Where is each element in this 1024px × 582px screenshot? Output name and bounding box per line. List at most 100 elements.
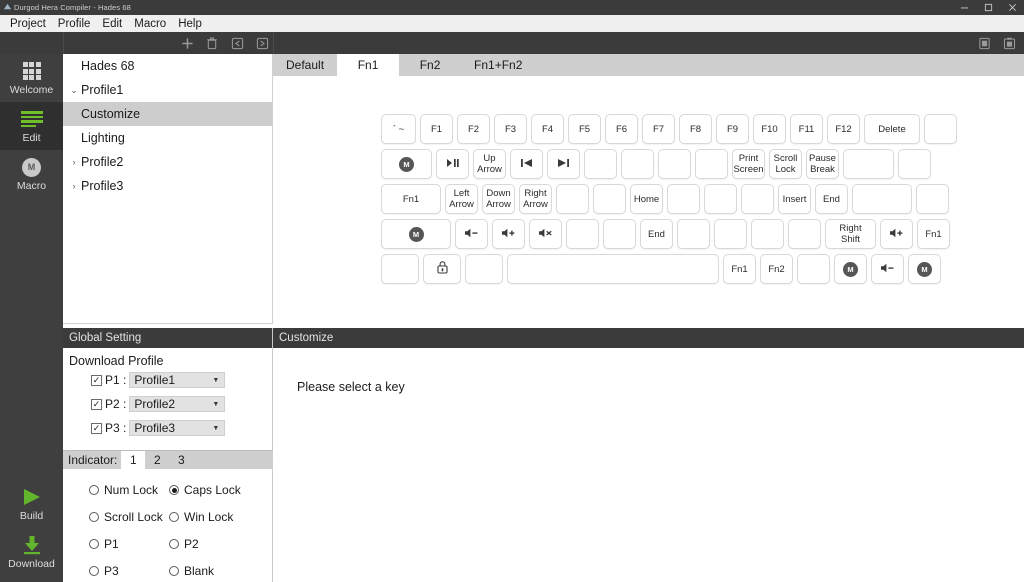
key-blank[interactable] bbox=[843, 149, 894, 179]
key-down-arrow[interactable]: Down Arrow bbox=[482, 184, 515, 214]
menu-help[interactable]: Help bbox=[172, 17, 208, 31]
download-button[interactable]: Download bbox=[0, 528, 63, 576]
indicator-option-blank[interactable]: Blank bbox=[169, 564, 249, 578]
indicator-option-p1[interactable]: P1 bbox=[89, 537, 169, 551]
indicator-option-caps-lock[interactable]: Caps Lock bbox=[169, 483, 249, 497]
indicator-option-win-lock[interactable]: Win Lock bbox=[169, 510, 249, 524]
key-delete[interactable]: Delete bbox=[864, 114, 920, 144]
key-up-arrow[interactable]: Up Arrow bbox=[473, 149, 506, 179]
key-blank[interactable] bbox=[741, 184, 774, 214]
key-play-pause[interactable] bbox=[436, 149, 469, 179]
p2-checkbox[interactable]: ✓ bbox=[91, 398, 102, 410]
tree-item-profile3[interactable]: › Profile3 bbox=[63, 174, 272, 198]
key-blank[interactable] bbox=[667, 184, 700, 214]
sidebar-item-welcome[interactable]: Welcome bbox=[0, 54, 63, 102]
minimize-icon[interactable] bbox=[952, 0, 976, 15]
radio-button[interactable] bbox=[169, 485, 179, 495]
key-f11[interactable]: F11 bbox=[790, 114, 823, 144]
p1-profile-select[interactable]: Profile1 ▼ bbox=[129, 372, 226, 388]
key-right-arrow[interactable]: Right Arrow bbox=[519, 184, 552, 214]
indicator-option-scroll-lock[interactable]: Scroll Lock bbox=[89, 510, 169, 524]
key-f4[interactable]: F4 bbox=[531, 114, 564, 144]
key-volume-down[interactable] bbox=[871, 254, 904, 284]
key-blank[interactable] bbox=[797, 254, 830, 284]
indicator-option-p3[interactable]: P3 bbox=[89, 564, 169, 578]
export-icon[interactable] bbox=[255, 36, 269, 50]
key-f5[interactable]: F5 bbox=[568, 114, 601, 144]
menu-profile[interactable]: Profile bbox=[52, 17, 97, 31]
radio-button[interactable] bbox=[169, 566, 179, 576]
p3-checkbox[interactable]: ✓ bbox=[91, 422, 102, 434]
key-blank[interactable] bbox=[751, 219, 784, 249]
sidebar-item-macro[interactable]: M Macro bbox=[0, 150, 63, 198]
key-end[interactable]: End bbox=[815, 184, 848, 214]
radio-button[interactable] bbox=[89, 566, 99, 576]
maximize-icon[interactable] bbox=[976, 0, 1000, 15]
add-icon[interactable] bbox=[180, 36, 194, 50]
key-f12[interactable]: F12 bbox=[827, 114, 860, 144]
key-macro-m[interactable]: M bbox=[908, 254, 941, 284]
chevron-right-icon[interactable]: › bbox=[67, 157, 81, 167]
paste-icon[interactable] bbox=[1002, 36, 1016, 50]
key-[interactable]: ` ~ bbox=[381, 114, 416, 144]
key-f9[interactable]: F9 bbox=[716, 114, 749, 144]
p2-profile-select[interactable]: Profile2 ▼ bbox=[129, 396, 226, 412]
key-blank[interactable] bbox=[507, 254, 719, 284]
key-f7[interactable]: F7 bbox=[642, 114, 675, 144]
tab-fn1[interactable]: Fn1 bbox=[337, 54, 400, 76]
chevron-right-icon[interactable]: › bbox=[67, 181, 81, 191]
delete-icon[interactable] bbox=[205, 36, 219, 50]
key-blank[interactable] bbox=[566, 219, 599, 249]
key-blank[interactable] bbox=[924, 114, 957, 144]
sidebar-item-edit[interactable]: Edit bbox=[0, 102, 63, 150]
key-fn2[interactable]: Fn2 bbox=[760, 254, 793, 284]
key-macro-m[interactable]: M bbox=[834, 254, 867, 284]
indicator-tab-3[interactable]: 3 bbox=[169, 451, 193, 469]
key-volume-up[interactable] bbox=[492, 219, 525, 249]
radio-button[interactable] bbox=[169, 539, 179, 549]
key-macro-m[interactable]: M bbox=[381, 149, 432, 179]
tab-default[interactable]: Default bbox=[273, 54, 338, 76]
key-blank[interactable] bbox=[621, 149, 654, 179]
close-icon[interactable] bbox=[1000, 0, 1024, 15]
key-blank[interactable] bbox=[852, 184, 912, 214]
radio-button[interactable] bbox=[169, 512, 179, 522]
key-right-shift[interactable]: Right Shift bbox=[825, 219, 876, 249]
key-fn1[interactable]: Fn1 bbox=[917, 219, 950, 249]
tree-item-profile2[interactable]: › Profile2 bbox=[63, 150, 272, 174]
key-blank[interactable] bbox=[704, 184, 737, 214]
key-blank[interactable] bbox=[593, 184, 626, 214]
tree-item-lighting[interactable]: Lighting bbox=[63, 126, 272, 150]
tab-fn2[interactable]: Fn2 bbox=[399, 54, 462, 76]
key-volume-down[interactable] bbox=[455, 219, 488, 249]
menu-project[interactable]: Project bbox=[4, 17, 52, 31]
key-blank[interactable] bbox=[695, 149, 728, 179]
key-blank[interactable] bbox=[603, 219, 636, 249]
key-blank[interactable] bbox=[381, 254, 419, 284]
key-print-screen[interactable]: Print Screen bbox=[732, 149, 765, 179]
key-blank[interactable] bbox=[898, 149, 931, 179]
indicator-tab-1[interactable]: 1 bbox=[121, 451, 146, 469]
p1-checkbox[interactable]: ✓ bbox=[91, 374, 102, 386]
indicator-tab-2[interactable]: 2 bbox=[145, 451, 169, 469]
build-button[interactable]: Build bbox=[0, 480, 63, 528]
menu-macro[interactable]: Macro bbox=[128, 17, 172, 31]
indicator-option-p2[interactable]: P2 bbox=[169, 537, 249, 551]
p3-profile-select[interactable]: Profile3 ▼ bbox=[129, 420, 226, 436]
key-blank[interactable] bbox=[658, 149, 691, 179]
tree-item-hades68[interactable]: Hades 68 bbox=[63, 54, 272, 78]
key-f2[interactable]: F2 bbox=[457, 114, 490, 144]
key-f3[interactable]: F3 bbox=[494, 114, 527, 144]
key-pause-break[interactable]: Pause Break bbox=[806, 149, 839, 179]
key-home[interactable]: Home bbox=[630, 184, 663, 214]
key-fn1[interactable]: Fn1 bbox=[723, 254, 756, 284]
copy-icon[interactable] bbox=[977, 36, 991, 50]
tree-item-customize[interactable]: Customize bbox=[63, 102, 272, 126]
key-volume-mute[interactable] bbox=[529, 219, 562, 249]
key-blank[interactable] bbox=[584, 149, 617, 179]
key-f8[interactable]: F8 bbox=[679, 114, 712, 144]
radio-button[interactable] bbox=[89, 512, 99, 522]
key-scroll-lock[interactable]: Scroll Lock bbox=[769, 149, 802, 179]
key-insert[interactable]: Insert bbox=[778, 184, 811, 214]
key-blank[interactable] bbox=[788, 219, 821, 249]
